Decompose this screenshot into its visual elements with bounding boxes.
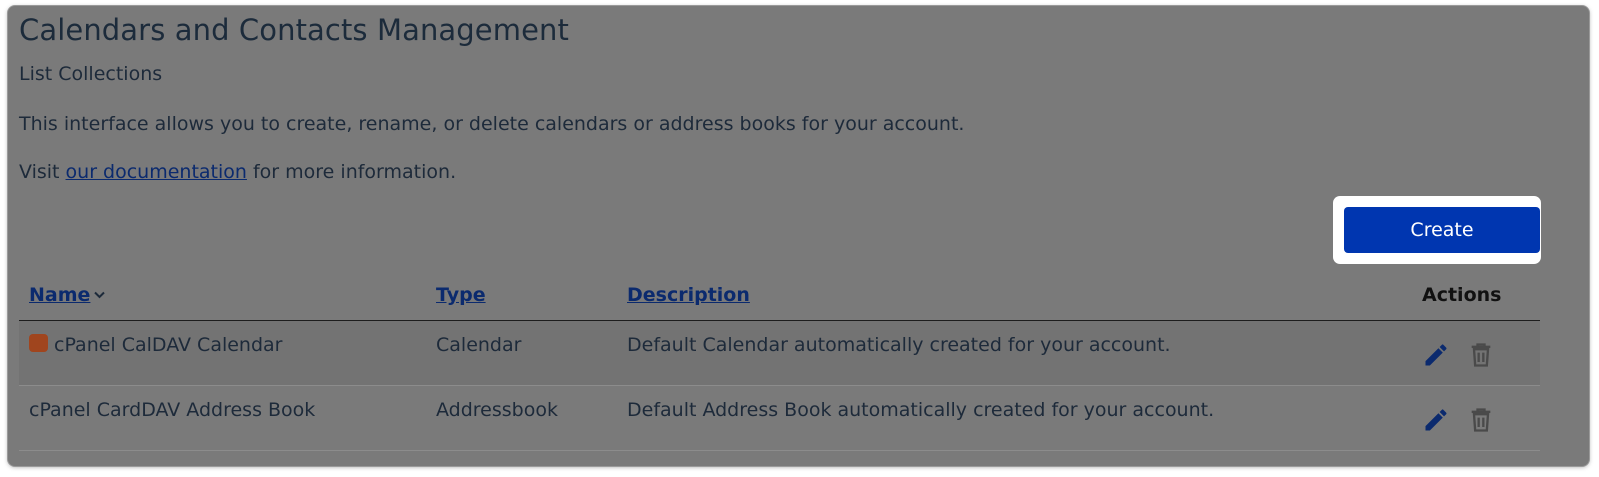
create-button[interactable]: Create [1344, 207, 1540, 253]
calendar-color-swatch [29, 334, 48, 352]
collection-description: Default Calendar automatically created f… [627, 334, 1171, 356]
collection-name-cell: cPanel CalDAV Calendar [29, 334, 282, 356]
page-title: Calendars and Contacts Management [19, 13, 569, 47]
sort-by-type-link[interactable]: Type [436, 284, 486, 306]
table-row: cPanel CalDAV Calendar Calendar Default … [19, 321, 1540, 386]
table-header: Name Type Description Actions [19, 276, 1540, 321]
collection-name: cPanel CardDAV Address Book [29, 399, 316, 421]
sort-by-name-link[interactable]: Name [29, 284, 90, 306]
page-subtitle: List Collections [19, 63, 163, 85]
collections-table: Name Type Description Actions cPanel Cal… [19, 276, 1540, 451]
sort-by-description-link[interactable]: Description [627, 284, 750, 306]
collection-type: Addressbook [436, 399, 558, 421]
column-header-type[interactable]: Type [436, 284, 486, 306]
collection-description: Default Address Book automatically creat… [627, 399, 1215, 421]
column-header-name[interactable]: Name [29, 284, 106, 306]
intro-text: This interface allows you to create, ren… [19, 113, 965, 135]
doc-suffix: for more information. [246, 161, 457, 183]
collection-type: Calendar [436, 334, 522, 356]
edit-icon[interactable] [1422, 406, 1450, 434]
trash-icon[interactable] [1467, 406, 1495, 434]
column-header-actions: Actions [1422, 284, 1502, 306]
column-header-description[interactable]: Description [627, 284, 750, 306]
collections-panel: Calendars and Contacts Management List C… [8, 6, 1589, 466]
documentation-link[interactable]: our documentation [66, 161, 247, 183]
table-row: cPanel CardDAV Address Book Addressbook … [19, 386, 1540, 451]
trash-icon[interactable] [1467, 341, 1495, 369]
create-button-highlight: Create [1333, 196, 1541, 264]
chevron-down-icon [94, 287, 106, 303]
edit-icon[interactable] [1422, 341, 1450, 369]
doc-prefix: Visit [19, 161, 66, 183]
collection-name: cPanel CalDAV Calendar [54, 334, 283, 356]
documentation-line: Visit our documentation for more informa… [19, 161, 456, 183]
